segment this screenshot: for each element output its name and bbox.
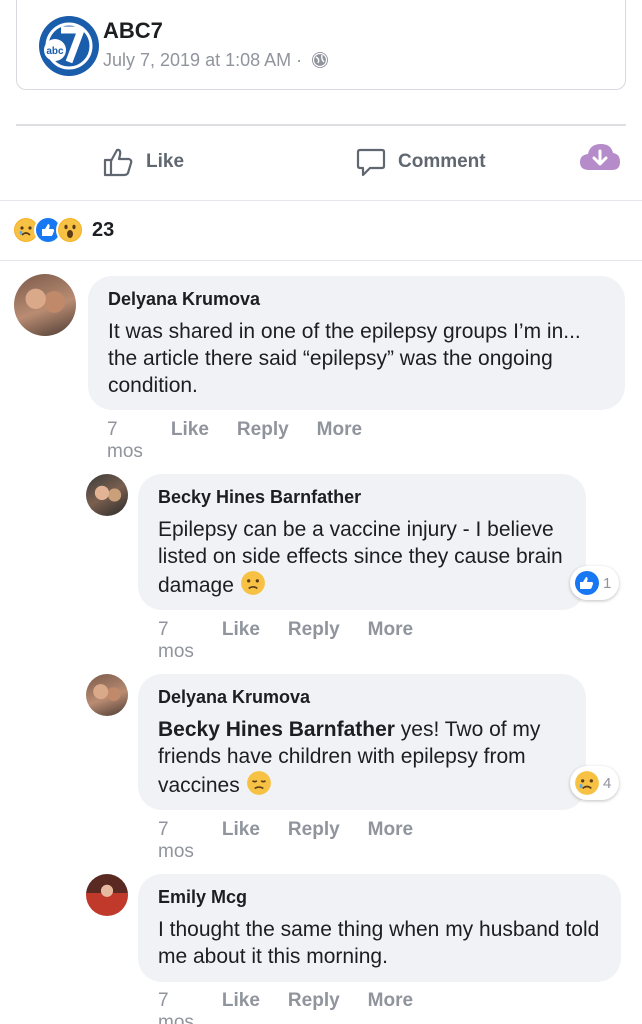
svg-text:abc: abc (46, 46, 64, 57)
post-header-card: abc ABC7 July 7, 2019 at 1:08 AM · (16, 0, 626, 90)
reactions-summary[interactable]: 23 (12, 216, 114, 244)
avatar[interactable] (86, 874, 128, 916)
comment-text: I thought the same thing when my husband… (158, 918, 600, 968)
comment-text-body: Epilepsy can be a vaccine injury - I bel… (158, 518, 563, 597)
like-button-label: Like (146, 151, 185, 172)
comment-reaction-badge[interactable]: 1 (570, 566, 620, 600)
comment-time[interactable]: 7 mos (158, 619, 194, 663)
save-button[interactable] (578, 140, 622, 174)
comment-more-button[interactable]: More (368, 990, 413, 1024)
comment-actions: 7 mos Like Reply More (107, 419, 362, 463)
globe-icon (312, 52, 329, 68)
comment-bubble: Delyana Krumova It was shared in one of … (88, 276, 625, 410)
frowning-face-emoji-icon (240, 571, 265, 595)
comment-bubble: Becky Hines Barnfather Epilepsy can be a… (138, 474, 586, 610)
avatar[interactable] (86, 474, 128, 516)
reaction-count[interactable]: 23 (92, 219, 114, 242)
cloud-download-icon (580, 144, 620, 170)
comment-actions: 7 mos Like Reply More (158, 990, 413, 1024)
comment-author[interactable]: Delyana Krumova (158, 686, 566, 708)
abc7-logo-icon: abc (40, 17, 98, 75)
comment-actions: 7 mos Like Reply More (158, 619, 413, 663)
abc7-logo[interactable]: abc (39, 16, 99, 76)
wow-reaction-icon (56, 216, 84, 244)
like-reaction-icon (575, 571, 599, 595)
comment-mention[interactable]: Becky Hines Barnfather (158, 718, 395, 741)
comment-more-button[interactable]: More (368, 619, 413, 663)
post-timestamp-text[interactable]: July 7, 2019 at 1:08 AM · (103, 50, 302, 70)
divider (0, 200, 642, 201)
comment-reply-button[interactable]: Reply (288, 819, 340, 863)
comment-more-button[interactable]: More (317, 419, 362, 463)
comment-reaction-count: 4 (603, 774, 612, 792)
comment-bubble: Delyana Krumova Becky Hines Barnfather y… (138, 674, 586, 810)
comment-more-button[interactable]: More (368, 819, 413, 863)
comment-author[interactable]: Emily Mcg (158, 886, 601, 908)
comment-reaction-count: 1 (603, 574, 612, 592)
comment-time[interactable]: 7 mos (107, 419, 143, 463)
post-timestamp[interactable]: July 7, 2019 at 1:08 AM · (103, 50, 329, 71)
comment-bubble: Emily Mcg I thought the same thing when … (138, 874, 621, 982)
comment-time[interactable]: 7 mos (158, 819, 194, 863)
disappointed-face-emoji-icon (246, 771, 271, 795)
sad-reaction-icon (575, 771, 599, 795)
comment-author[interactable]: Delyana Krumova (108, 288, 605, 310)
comment-reply-button[interactable]: Reply (237, 419, 289, 463)
comment-bubble-icon (356, 148, 386, 177)
thumbs-up-icon (103, 148, 133, 177)
comment-author[interactable]: Becky Hines Barnfather (158, 486, 566, 508)
comment-like-button[interactable]: Like (222, 619, 260, 663)
divider (0, 260, 642, 261)
comment-like-button[interactable]: Like (222, 819, 260, 863)
comment-time[interactable]: 7 mos (158, 990, 194, 1024)
comment-text: Becky Hines Barnfather yes! Two of my fr… (158, 716, 566, 799)
comment-actions: 7 mos Like Reply More (158, 819, 413, 863)
comment-text: It was shared in one of the epilepsy gro… (108, 320, 581, 397)
comment-like-button[interactable]: Like (171, 419, 209, 463)
page-name[interactable]: ABC7 (103, 18, 163, 44)
post-action-bar: Like Comment (0, 126, 642, 200)
avatar[interactable] (14, 274, 76, 336)
like-button[interactable]: Like (102, 146, 184, 178)
comment-reaction-badge[interactable]: 4 (570, 766, 620, 800)
comment-reply-button[interactable]: Reply (288, 619, 340, 663)
comment-text: Epilepsy can be a vaccine injury - I bel… (158, 516, 566, 599)
comment-like-button[interactable]: Like (222, 990, 260, 1024)
comment-reply-button[interactable]: Reply (288, 990, 340, 1024)
comment-button[interactable]: Comment (356, 146, 486, 178)
avatar[interactable] (86, 674, 128, 716)
comment-button-label: Comment (398, 151, 486, 172)
